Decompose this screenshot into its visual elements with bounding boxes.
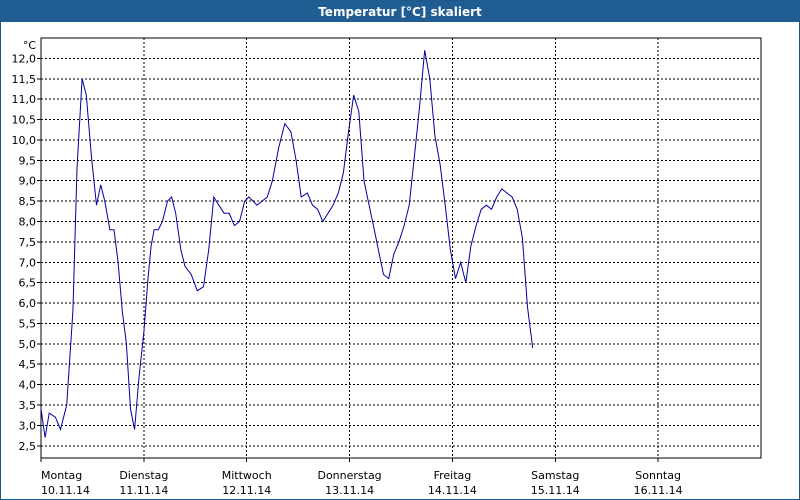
x-tick-day: Donnerstag <box>317 469 381 482</box>
x-tick-day: Dienstag <box>119 469 168 482</box>
y-tick-label: 10,0 <box>12 134 37 147</box>
y-tick-label: 8,0 <box>19 215 37 228</box>
x-tick-date: 12.11.14 <box>222 484 271 497</box>
x-tick-day: Freitag <box>434 469 472 482</box>
x-tick-date: 11.11.14 <box>119 484 168 497</box>
x-tick-date: 10.11.14 <box>41 484 90 497</box>
y-tick-label: 8,5 <box>19 195 37 208</box>
x-tick-day: Mittwoch <box>222 469 272 482</box>
x-tick-day: Sonntag <box>635 469 681 482</box>
y-tick-label: 11,5 <box>12 73 37 86</box>
y-tick-label: 7,5 <box>19 236 37 249</box>
y-tick-label: 12,0 <box>12 52 37 65</box>
y-axis-unit: °C <box>23 39 37 52</box>
x-tick-date: 15.11.14 <box>531 484 580 497</box>
x-tick-day: Samstag <box>531 469 579 482</box>
temperature-chart: 2,5 3,0 3,5 4,0 4,5 5,0 5,5 6,0 6,5 7,0 7,5 8,0 8,5 9… <box>12 37 762 497</box>
plot-frame <box>40 37 762 459</box>
y-tick-label: 9,5 <box>19 154 37 167</box>
y-tick-label: 7,0 <box>19 256 37 269</box>
y-tick-label: 4,0 <box>19 379 37 392</box>
y-tick-label: 6,0 <box>19 297 37 310</box>
y-tick-label: 5,0 <box>19 338 37 351</box>
y-tick-label: 11,0 <box>12 93 37 106</box>
x-tick-date: 14.11.14 <box>428 484 477 497</box>
y-tick-label: 3,5 <box>19 399 37 412</box>
y-tick-label: 2,5 <box>19 440 37 453</box>
x-tick-day: Montag <box>41 469 82 482</box>
x-tick-date: 16.11.14 <box>634 484 683 497</box>
temperature-series-line <box>40 50 534 438</box>
y-tick-label: 3,0 <box>19 419 37 432</box>
y-tick-label: 6,5 <box>19 277 37 290</box>
x-tick-date: 13.11.14 <box>325 484 374 497</box>
y-tick-label: 9,0 <box>19 175 37 188</box>
y-tick-label: 5,5 <box>19 317 37 330</box>
y-tick-label: 10,5 <box>12 114 37 127</box>
y-tick-label: 4,5 <box>19 358 37 371</box>
